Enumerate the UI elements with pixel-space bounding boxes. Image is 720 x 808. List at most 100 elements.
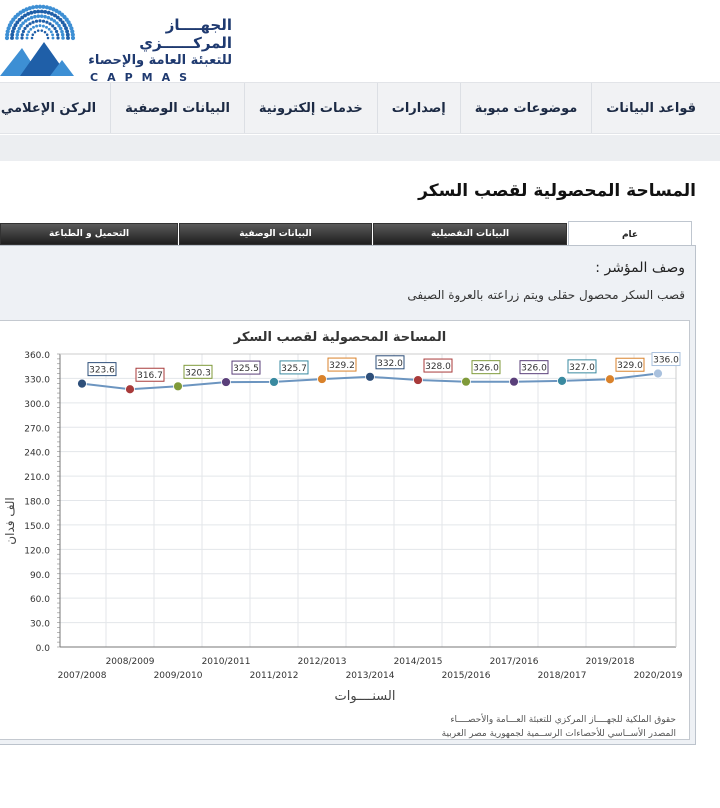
logo-dot [31, 33, 35, 36]
indicator-content: المساحة المحصولية لقصب السكر عام البيانا… [0, 161, 714, 761]
logo-dot [33, 14, 37, 19]
x-tick-label: 2010/2011 [202, 657, 251, 667]
logo-dot [25, 24, 29, 28]
logo-dot [55, 29, 59, 34]
logo-dot [36, 14, 41, 18]
logo-dot [39, 9, 44, 14]
nav-item-topics[interactable]: موضوعات مبوبة [459, 83, 592, 133]
logo-dot [29, 15, 34, 20]
y-tick-label: 300.0 [24, 400, 50, 410]
logo-dot [27, 30, 31, 34]
logo-dot [65, 29, 70, 34]
tab-panel-general: وصف المؤشر : قصب السكر محصول حقلى ويتم ز… [0, 245, 696, 745]
x-tick-label: 2011/2012 [250, 671, 299, 681]
logo-dot [23, 26, 27, 31]
x-tick-label: 2012/2013 [298, 657, 347, 667]
indicator-description-text: قصب السكر محصول حقلى ويتم زراعته بالعروة… [407, 288, 685, 302]
data-point [653, 368, 663, 379]
nav-item-metadata[interactable]: البيانات الوصفية [110, 83, 244, 133]
x-tick-label: 2014/2015 [394, 657, 443, 667]
logo-dot [47, 27, 51, 31]
logo-dot [10, 36, 14, 40]
footnote-copyright: حقوق الملكية للجهــــاز المركزي للتعبئة … [450, 713, 676, 725]
x-tick-label: 2020/2019 [634, 671, 683, 681]
site-header: الجهــــاز المركــــــزي للتعبئة العامة … [0, 0, 720, 84]
data-point [413, 375, 423, 385]
page-title: المساحة المحصولية لقصب السكر [418, 181, 696, 201]
data-point [365, 371, 375, 382]
x-tick-label: 2007/2008 [58, 671, 107, 681]
data-label: 326.0 [521, 364, 547, 374]
logo-dot [29, 27, 33, 31]
logo-dot [70, 35, 76, 41]
logo-dot [38, 19, 42, 23]
y-tick-label: 30.0 [30, 620, 50, 630]
logo-dot [46, 36, 50, 40]
logo-dot [26, 17, 31, 21]
x-tick-label: 2009/2010 [154, 671, 203, 681]
nav-item-databases[interactable]: قواعد البيانات [591, 83, 710, 133]
logo-dot [56, 33, 60, 37]
logo-dot [45, 25, 48, 29]
logo-dot [56, 36, 60, 40]
y-tick-label: 150.0 [24, 522, 50, 532]
logo-dot [25, 36, 29, 40]
chart-axes: 0.0 30.0 60.0 90.0 120.0 150.0 180.0 210.0 240.0… [24, 351, 682, 681]
y-tick-label: 330.0 [24, 375, 50, 385]
indicator-description-label: وصف المؤشر : [595, 260, 685, 276]
logo-dot [21, 29, 25, 34]
logo-dot [43, 30, 47, 34]
y-tick-label: 0.0 [36, 644, 51, 654]
logo-dot [41, 19, 46, 23]
logo-dot [29, 10, 34, 15]
logo-dot [15, 32, 20, 37]
data-label: 320.3 [185, 368, 211, 378]
logo-dot [61, 36, 65, 40]
logo-dot [36, 29, 40, 32]
data-point [77, 378, 87, 389]
logo-dot [32, 25, 35, 29]
data-label: 316.7 [137, 371, 163, 381]
nav-item-e-services[interactable]: خدمات إلكترونية [243, 83, 377, 133]
main-nav: قواعد البيانات موضوعات مبوبة إصدارات خدم… [0, 82, 720, 134]
logo-dot [38, 24, 42, 28]
logo-dot [35, 24, 39, 28]
line-chart: المساحة المحصولية لقصب السكر 0.0 30.0 60.0… [3, 330, 683, 739]
nav-item-publications[interactable]: إصدارات [376, 83, 460, 133]
data-label: 327.0 [569, 363, 595, 373]
tab-detailed-data[interactable]: البيانات التفصيلية [373, 223, 567, 245]
data-point [221, 377, 231, 387]
logo-dot [34, 19, 39, 23]
logo-dot [31, 20, 35, 24]
logo-dot [15, 36, 19, 40]
tab-download-print[interactable]: التحميل و الطباعة [0, 223, 178, 245]
logo-dot [48, 22, 52, 26]
chart-container: المساحة المحصولية لقصب السكر 0.0 30.0 60.0… [0, 320, 690, 740]
y-tick-label: 210.0 [24, 473, 50, 483]
x-tick-label: 2018/2017 [538, 671, 587, 681]
logo-dot [58, 26, 63, 31]
x-tick-label: 2017/2016 [490, 657, 539, 667]
logo-dot [28, 22, 32, 26]
footnote-source: المصدر الأســاسي للأحصاءات الرســمية لجم… [442, 727, 676, 739]
y-tick-label: 90.0 [30, 571, 50, 581]
logo-dot [49, 30, 53, 34]
data-label: 332.0 [377, 359, 403, 369]
logo-dot [39, 14, 44, 18]
dotted-pyramid-logo-icon[interactable] [0, 2, 76, 78]
logo-dot [36, 9, 41, 14]
logo-dot [30, 36, 34, 40]
logo-dot [43, 14, 47, 19]
logo-dot [51, 24, 55, 28]
nav-item-media-corner[interactable]: الركن الإعلامي [0, 83, 110, 133]
logo-dot [45, 33, 49, 36]
org-name-line1: الجهــــاز المركــــــزي [139, 16, 232, 52]
logo-dot [41, 24, 45, 28]
data-label: 323.6 [89, 366, 115, 376]
data-label: 336.0 [653, 356, 679, 366]
org-name-line2: للتعبئة العامة والإحصاء [88, 53, 232, 68]
tab-general[interactable]: عام [568, 221, 692, 245]
logo-dot [16, 29, 20, 34]
tab-metadata[interactable]: البيانات الوصفية [179, 223, 372, 245]
chart-title: المساحة المحصولية لقصب السكر [233, 330, 446, 345]
